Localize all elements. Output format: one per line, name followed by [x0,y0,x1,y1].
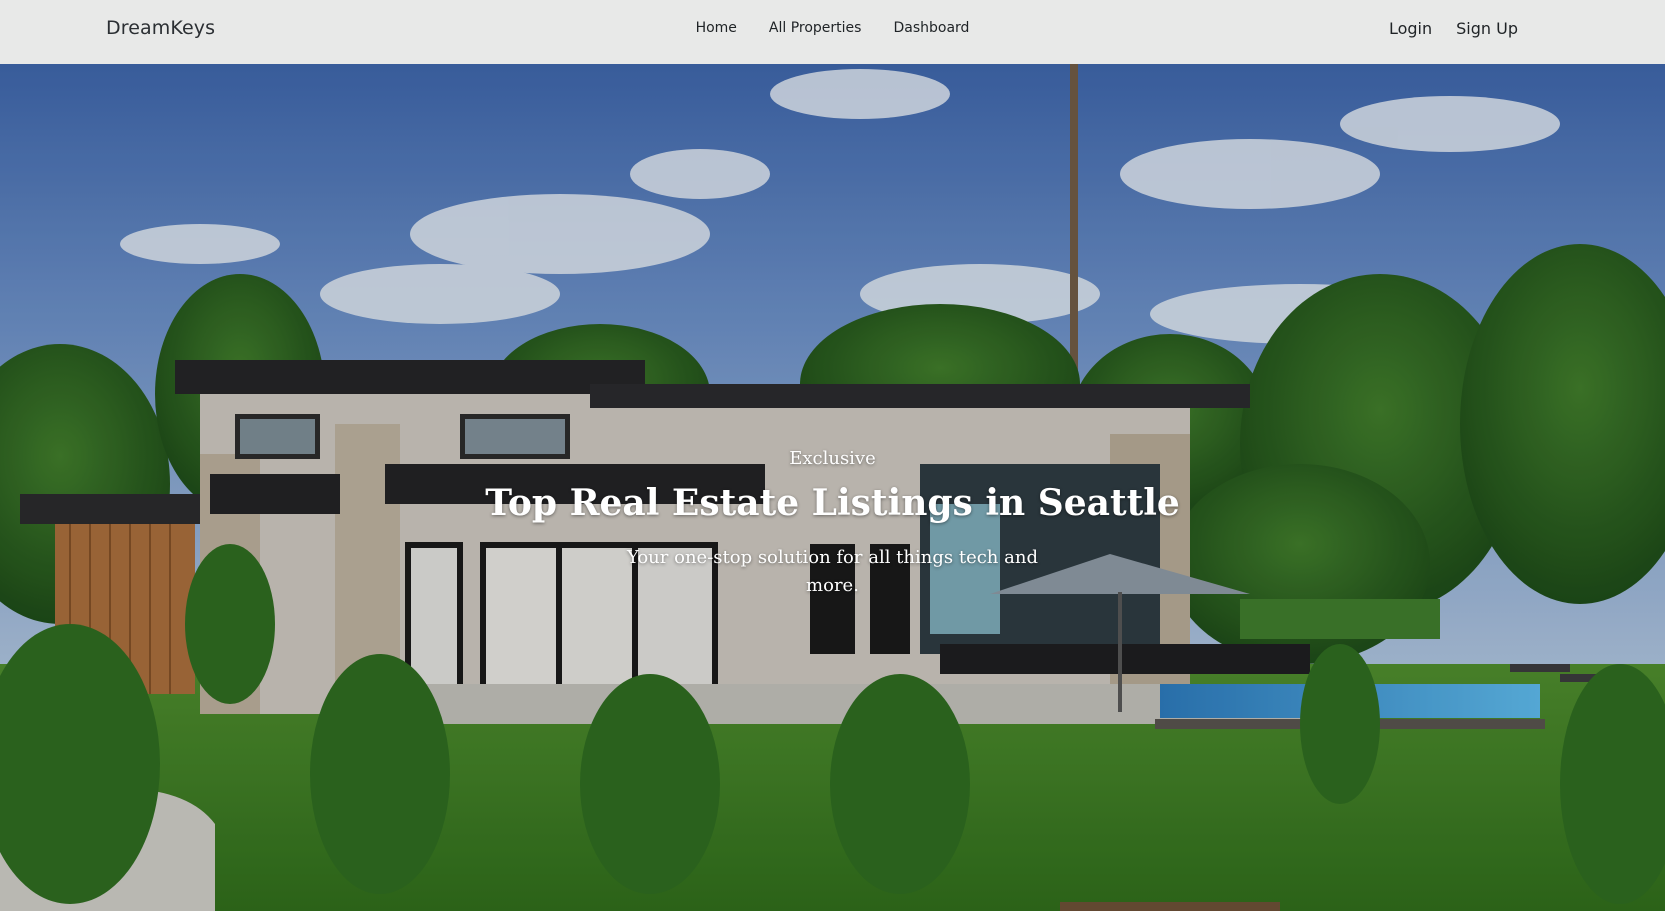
top-navbar: DreamKeys Home All Properties Dashboard … [0,0,1665,64]
nav-dashboard-link[interactable]: Dashboard [877,20,985,36]
hero-subtitle: Your one-stop solution for all things te… [627,546,1038,596]
hero-eyebrow: Exclusive [789,448,876,469]
signup-link[interactable]: Sign Up [1456,19,1518,38]
nav-home-link[interactable]: Home [680,20,753,36]
nav-all-properties-link[interactable]: All Properties [753,20,878,36]
hero-title: Top Real Estate Listings in Seattle [485,482,1180,524]
login-link[interactable]: Login [1389,19,1432,38]
hero-content: Exclusive Top Real Estate Listings in Se… [0,450,1665,600]
brand-logo-link[interactable]: DreamKeys [106,17,215,39]
hero-section: Exclusive Top Real Estate Listings in Se… [0,64,1665,911]
auth-nav: Login Sign Up [1389,19,1518,38]
